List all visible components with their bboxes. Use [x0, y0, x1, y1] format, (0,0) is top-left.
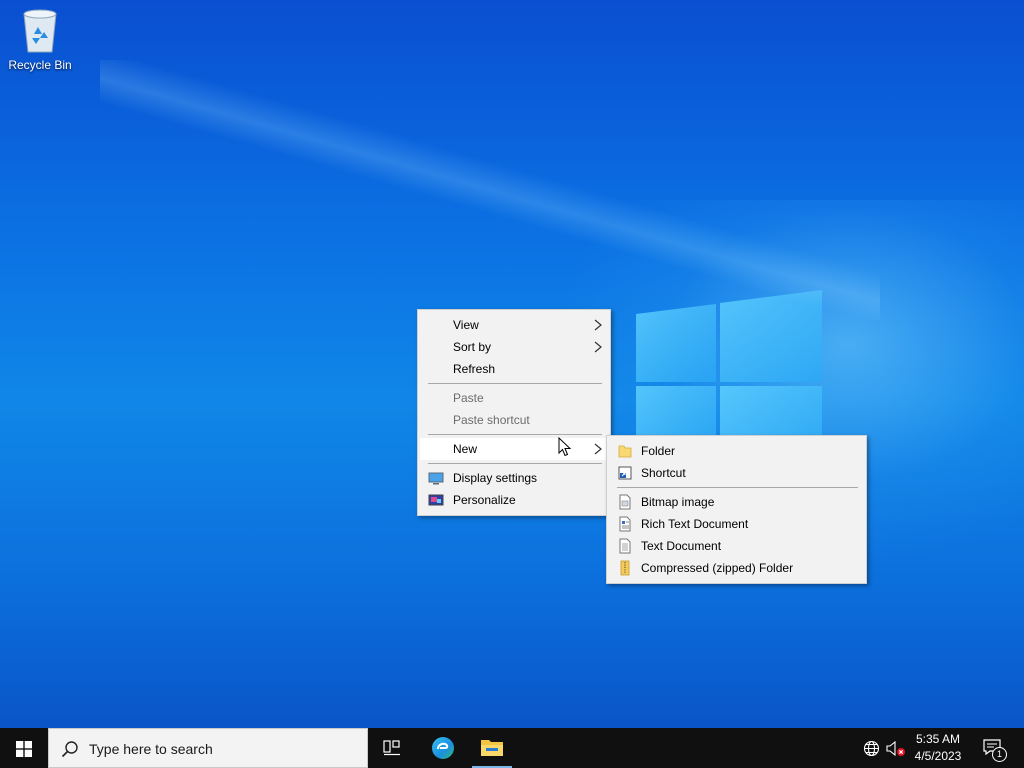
display-settings-icon	[428, 472, 444, 485]
network-tray-button[interactable]	[860, 728, 882, 768]
network-icon	[863, 740, 880, 757]
menu-item-sort-by[interactable]: Sort by	[420, 336, 608, 358]
menu-separator	[428, 383, 602, 384]
chevron-right-icon	[594, 341, 602, 353]
folder-icon	[618, 445, 632, 458]
notification-count-badge: 1	[992, 747, 1007, 762]
chevron-right-icon	[594, 319, 602, 331]
menu-item-view[interactable]: View	[420, 314, 608, 336]
taskbar-clock[interactable]: 5:35 AM 4/5/2023	[905, 731, 971, 765]
submenu-item-bitmap-image[interactable]: Bitmap image	[609, 491, 864, 513]
submenu-item-label: Text Document	[641, 539, 722, 553]
submenu-item-folder[interactable]: Folder	[609, 440, 864, 462]
menu-item-label: Personalize	[453, 493, 516, 507]
menu-separator	[617, 487, 858, 488]
menu-item-label: Paste	[453, 391, 484, 405]
submenu-item-rich-text-document[interactable]: Rich Text Document	[609, 513, 864, 535]
menu-item-label: Display settings	[453, 471, 538, 485]
personalize-icon	[428, 494, 444, 506]
new-submenu: Folder Shortcut Bitmap image Rich Text D…	[606, 435, 867, 584]
submenu-item-label: Shortcut	[641, 466, 686, 480]
edge-button[interactable]	[419, 728, 467, 768]
submenu-item-label: Bitmap image	[641, 495, 715, 509]
menu-separator	[428, 434, 602, 435]
task-view-button[interactable]	[368, 728, 416, 768]
recycle-bin-icon	[23, 9, 57, 53]
menu-item-paste-shortcut: Paste shortcut	[420, 409, 608, 431]
submenu-item-label: Folder	[641, 444, 676, 458]
zip-folder-icon	[620, 560, 630, 576]
text-document-icon	[619, 538, 631, 554]
menu-item-refresh[interactable]: Refresh	[420, 358, 608, 380]
shortcut-icon	[618, 466, 632, 480]
menu-item-new[interactable]: New	[420, 438, 608, 460]
desktop-context-menu: View Sort by Refresh Paste Paste shortcu…	[417, 309, 611, 516]
submenu-item-label: Compressed (zipped) Folder	[641, 561, 794, 575]
submenu-item-label: Rich Text Document	[641, 517, 749, 531]
menu-item-personalize[interactable]: Personalize	[420, 489, 608, 511]
desktop-icon-recycle-bin[interactable]: Recycle Bin	[4, 6, 76, 78]
task-view-icon	[383, 740, 400, 756]
menu-item-display-settings[interactable]: Display settings	[420, 467, 608, 489]
desktop-icon-label: Recycle Bin	[8, 58, 72, 72]
search-placeholder: Type here to search	[89, 741, 213, 757]
desktop[interactable]: Recycle Bin View Sort by Refresh Paste P…	[0, 0, 1024, 728]
menu-item-label: New	[453, 442, 478, 456]
menu-item-paste: Paste	[420, 387, 608, 409]
submenu-item-compressed-folder[interactable]: Compressed (zipped) Folder	[609, 557, 864, 579]
taskbar-search-box[interactable]: Type here to search	[48, 728, 368, 768]
volume-muted-icon	[886, 740, 905, 757]
submenu-item-text-document[interactable]: Text Document	[609, 535, 864, 557]
rich-text-icon	[619, 516, 631, 532]
menu-separator	[428, 463, 602, 464]
clock-date: 4/5/2023	[914, 749, 962, 763]
start-button[interactable]	[0, 728, 48, 768]
menu-item-label: Refresh	[453, 362, 496, 376]
clock-time: 5:35 AM	[915, 732, 961, 746]
submenu-item-shortcut[interactable]: Shortcut	[609, 462, 864, 484]
volume-tray-button[interactable]	[884, 728, 906, 768]
menu-item-label: Sort by	[453, 340, 492, 354]
search-icon	[61, 741, 78, 758]
chevron-right-icon	[594, 443, 602, 455]
taskbar: Type here to search 5:35 AM 4/5/2023 1	[0, 728, 1024, 768]
mouse-cursor-icon	[558, 437, 572, 457]
action-center-button[interactable]: 1	[976, 728, 1016, 768]
windows-start-icon	[16, 741, 32, 757]
bitmap-icon	[619, 494, 631, 510]
file-explorer-icon	[481, 740, 503, 756]
menu-item-label: View	[453, 318, 479, 332]
file-explorer-button[interactable]	[468, 728, 516, 768]
menu-item-label: Paste shortcut	[453, 413, 530, 427]
edge-icon	[432, 737, 454, 759]
